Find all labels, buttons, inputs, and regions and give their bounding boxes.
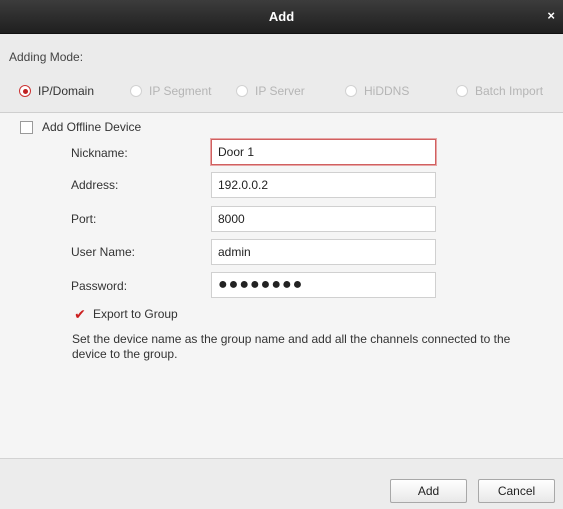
title-bar[interactable]: Add × — [0, 0, 563, 34]
radio-selected-icon — [19, 85, 31, 97]
export-to-group-checkbox[interactable]: ✔ Export to Group — [74, 305, 178, 322]
radio-unselected-icon — [236, 85, 248, 97]
password-label: Password: — [71, 279, 128, 293]
radio-label: IP Segment — [149, 84, 212, 98]
cancel-button[interactable]: Cancel — [478, 479, 555, 503]
radio-unselected-icon — [456, 85, 468, 97]
address-label: Address: — [71, 178, 119, 192]
adding-mode-section: Adding Mode: IP/Domain IP Segment IP Ser… — [0, 34, 563, 113]
radio-hiddns[interactable]: HiDDNS — [345, 83, 409, 99]
export-description: Set the device name as the group name an… — [72, 332, 511, 361]
radio-batch-import[interactable]: Batch Import — [456, 83, 543, 99]
radio-label: Batch Import — [475, 84, 544, 98]
radio-ip-segment[interactable]: IP Segment — [130, 83, 211, 99]
add-offline-device-label: Add Offline Device — [42, 120, 142, 134]
radio-label: HiDDNS — [364, 84, 410, 98]
password-input[interactable] — [211, 272, 436, 298]
dialog-footer: Add Cancel — [0, 458, 563, 509]
radio-unselected-icon — [345, 85, 357, 97]
nickname-input[interactable] — [211, 139, 436, 165]
add-button[interactable]: Add — [390, 479, 467, 503]
checkbox-unchecked-icon — [20, 120, 33, 134]
radio-label: IP/Domain — [38, 84, 95, 98]
close-icon[interactable]: × — [547, 8, 555, 23]
radio-ip-server[interactable]: IP Server — [236, 83, 305, 99]
adding-mode-label: Adding Mode: — [9, 50, 84, 64]
export-to-group-label: Export to Group — [93, 307, 178, 321]
radio-ip-domain[interactable]: IP/Domain — [19, 83, 94, 99]
port-input[interactable] — [211, 206, 436, 232]
address-input[interactable] — [211, 172, 436, 198]
radio-unselected-icon — [130, 85, 142, 97]
username-label: User Name: — [71, 245, 136, 259]
dialog-title: Add — [268, 9, 295, 24]
radio-label: IP Server — [255, 84, 305, 98]
nickname-label: Nickname: — [71, 146, 128, 160]
add-device-dialog: Add × Adding Mode: IP/Domain IP Segment … — [0, 0, 563, 509]
port-label: Port: — [71, 212, 97, 226]
username-input[interactable] — [211, 239, 436, 265]
checkmark-icon: ✔ — [74, 305, 86, 322]
add-offline-device-checkbox[interactable]: Add Offline Device — [20, 120, 141, 134]
